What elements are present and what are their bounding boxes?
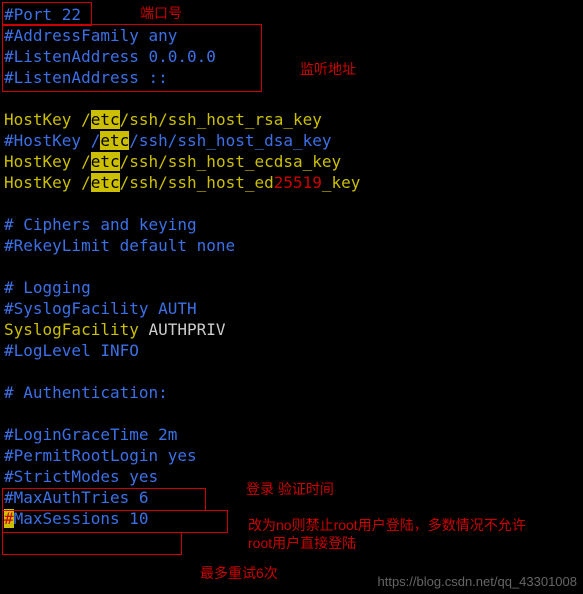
config-line-logging: # Logging: [4, 277, 579, 298]
annotation-text-port: 端口号: [140, 4, 182, 22]
config-line-syslog-auth: #SyslogFacility AUTH: [4, 298, 579, 319]
annotation-box-listen: [2, 24, 262, 92]
annotation-text-root: 改为no则禁止root用户登陆，多数情况不允许root用户直接登陆: [248, 516, 548, 552]
config-line-hostkey-ed25519: HostKey /etc/ssh/ssh_host_ed25519_key: [4, 172, 579, 193]
annotation-box-root: [2, 510, 228, 533]
config-line-ciphers: # Ciphers and keying: [4, 214, 579, 235]
config-line-loglevel: #LogLevel INFO: [4, 340, 579, 361]
config-line-hostkey-dsa: #HostKey /etc/ssh/ssh_host_dsa_key: [4, 130, 579, 151]
config-line-permitrootlogin: #PermitRootLogin yes: [4, 445, 579, 466]
config-line-syslog-authpriv: SyslogFacility AUTHPRIV: [4, 319, 579, 340]
config-line-hostkey-ecdsa: HostKey /etc/ssh/ssh_host_ecdsa_key: [4, 151, 579, 172]
annotation-box-port: [2, 2, 92, 26]
watermark: https://blog.csdn.net/qq_43301008: [378, 571, 578, 592]
config-line-logingracetime: #LoginGraceTime 2m: [4, 424, 579, 445]
annotation-text-listen: 监听地址: [300, 60, 356, 78]
annotation-text-retry: 最多重试6次: [200, 564, 278, 582]
config-line-authentication: # Authentication:: [4, 382, 579, 403]
config-line-rekeylimit: #RekeyLimit default none: [4, 235, 579, 256]
annotation-box-login: [2, 488, 206, 511]
annotation-text-login: 登录 验证时间: [246, 480, 334, 498]
config-line-hostkey-rsa: HostKey /etc/ssh/ssh_host_rsa_key: [4, 109, 579, 130]
annotation-box-strictmodes: [2, 532, 182, 555]
